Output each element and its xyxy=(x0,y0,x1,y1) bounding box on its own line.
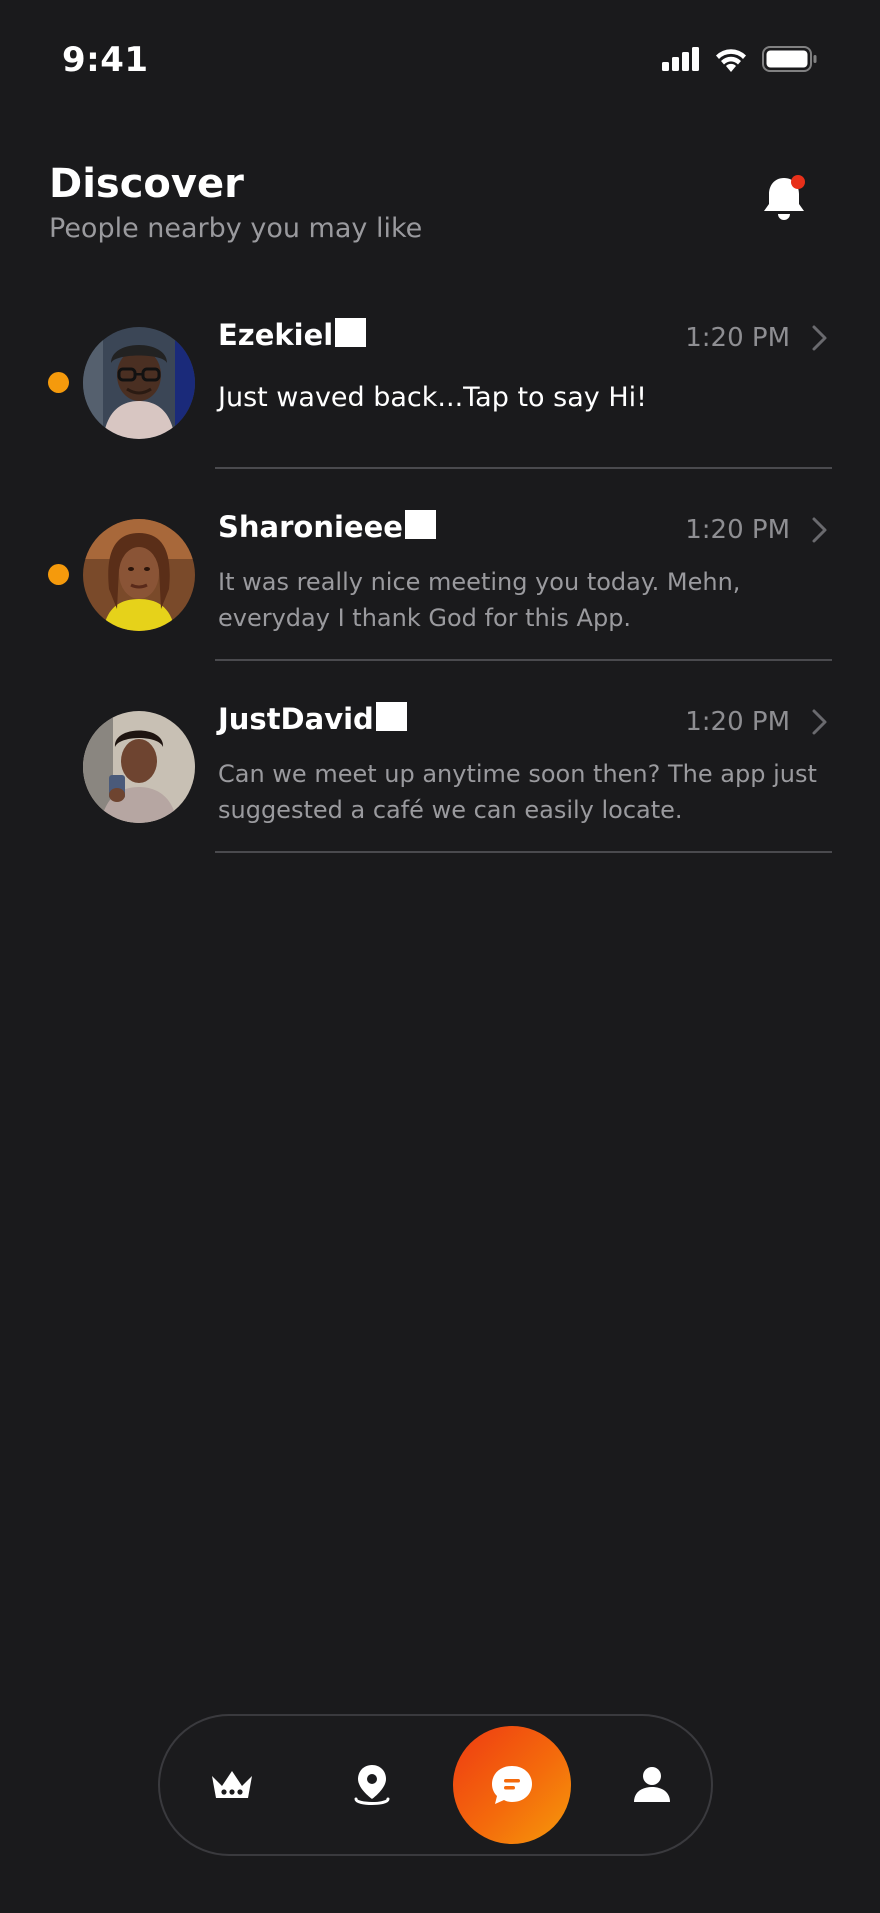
bottom-nav xyxy=(158,1714,713,1856)
page-title: Discover xyxy=(49,161,244,207)
chat-item-sharonieee[interactable]: Sharonieee 1:20 PM It was really nice me… xyxy=(0,482,880,674)
notification-badge xyxy=(791,175,805,189)
chat-bubble-icon xyxy=(492,1766,532,1804)
unread-indicator xyxy=(48,372,69,393)
chat-message: It was really nice meeting you today. Me… xyxy=(218,568,741,632)
nav-location-button[interactable] xyxy=(352,1763,392,1807)
chat-item-justdavid[interactable]: JustDavid 1:20 PM Can we meet up anytime… xyxy=(0,674,880,866)
status-bar: 9:41 xyxy=(0,0,880,110)
chat-item-ezekiel[interactable]: Ezekiel 1:20 PM Just waved back...Tap to… xyxy=(0,290,880,482)
page-header: Discover People nearby you may like xyxy=(49,160,829,246)
cellular-signal-icon xyxy=(662,47,699,71)
status-time: 9:41 xyxy=(62,40,149,80)
verified-badge-icon xyxy=(375,702,407,731)
chat-message: Can we meet up anytime soon then? The ap… xyxy=(218,760,817,824)
crown-icon xyxy=(212,1771,252,1798)
chevron-right-icon[interactable] xyxy=(810,516,830,544)
verified-badge-icon xyxy=(404,510,436,539)
wifi-icon xyxy=(716,49,746,72)
divider xyxy=(215,467,832,469)
avatar-justdavid xyxy=(83,711,195,823)
nav-chat-button[interactable] xyxy=(453,1726,571,1844)
divider xyxy=(215,659,832,661)
profile-icon xyxy=(634,1767,670,1802)
chat-name: Ezekiel xyxy=(218,318,367,352)
chat-time: 1:20 PM xyxy=(685,707,790,737)
chevron-right-icon[interactable] xyxy=(810,324,830,352)
page-subtitle: People nearby you may like xyxy=(49,213,423,244)
chevron-right-icon[interactable] xyxy=(810,708,830,736)
chat-name: JustDavid xyxy=(218,702,407,736)
avatar[interactable] xyxy=(83,711,195,823)
status-icons xyxy=(662,46,818,72)
battery-icon xyxy=(762,46,817,72)
chat-time: 1:20 PM xyxy=(685,323,790,353)
chat-message: Just waved back...Tap to say Hi! xyxy=(218,382,647,413)
verified-badge-icon xyxy=(335,318,367,347)
avatar-ezekiel xyxy=(83,327,195,439)
avatar[interactable] xyxy=(83,519,195,631)
avatar-sharonieee xyxy=(83,519,195,631)
location-pin-icon xyxy=(354,1765,390,1805)
avatar[interactable] xyxy=(83,327,195,439)
divider xyxy=(215,851,832,853)
bell-icon xyxy=(764,175,805,220)
nav-profile-button[interactable] xyxy=(632,1766,672,1804)
unread-indicator xyxy=(48,564,69,585)
notifications-button[interactable] xyxy=(760,172,808,224)
chat-name: Sharonieee xyxy=(218,510,436,544)
nav-premium-button[interactable] xyxy=(210,1768,254,1802)
chat-list: Ezekiel 1:20 PM Just waved back...Tap to… xyxy=(0,290,880,866)
chat-time: 1:20 PM xyxy=(685,515,790,545)
